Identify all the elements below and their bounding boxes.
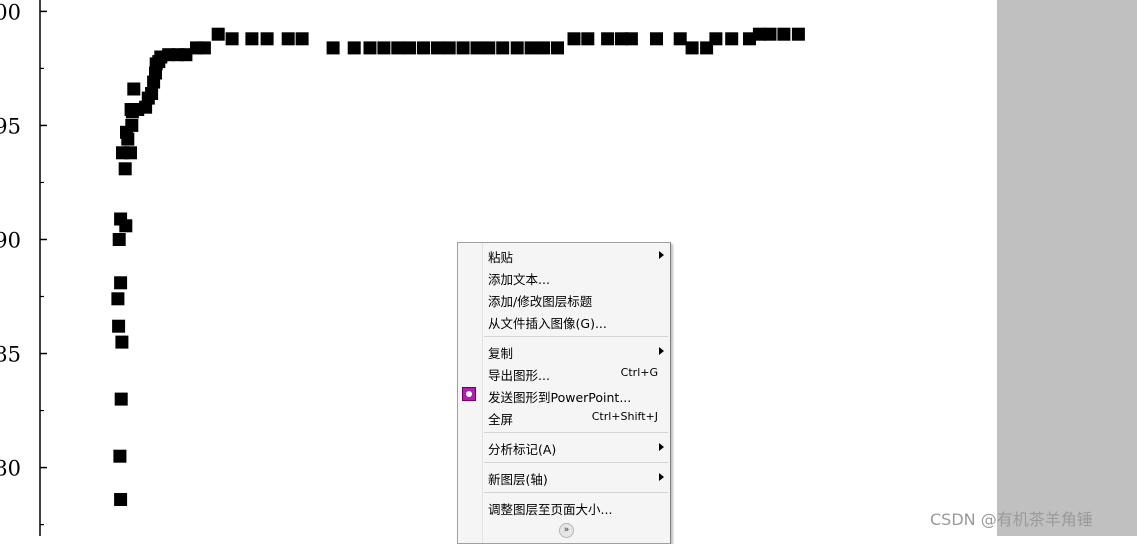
data-point: [551, 41, 564, 55]
menu-item-label: 从文件插入图像(G)...: [488, 316, 607, 331]
menu-item-shortcut: Ctrl+Shift+J: [591, 410, 658, 423]
menu-item-label: 复制: [488, 346, 514, 361]
menu-item-label: 分析标记(A): [488, 442, 557, 457]
data-point: [114, 392, 128, 406]
y-tick-label: 80: [0, 457, 21, 481]
y-tick-label: 85: [0, 343, 21, 367]
data-point: [496, 41, 510, 55]
data-point: [225, 32, 239, 46]
data-point: [417, 41, 430, 55]
menu-item-copy[interactable]: 复制: [458, 340, 670, 362]
menu-separator: [484, 336, 668, 337]
data-point: [127, 82, 141, 96]
data-point: [777, 27, 791, 41]
data-point: [567, 32, 581, 46]
menu-item-fullscreen[interactable]: 全屏 Ctrl+Shift+J: [458, 406, 670, 428]
data-point: [114, 493, 128, 506]
data-point: [118, 162, 132, 176]
data-point: [281, 32, 295, 46]
menu-item-paste[interactable]: 粘贴: [458, 244, 670, 266]
submenu-arrow-icon: [659, 443, 664, 451]
menu-item-analysis-markers[interactable]: 分析标记(A): [458, 436, 670, 458]
data-point: [524, 41, 538, 55]
menu-item-label: 添加文本...: [488, 272, 550, 287]
data-point: [197, 41, 211, 55]
data-point: [725, 32, 739, 46]
data-point: [430, 41, 444, 55]
watermark: CSDN @有机茶羊角锤: [930, 510, 1093, 529]
menu-item-add-text[interactable]: 添加文本...: [458, 266, 670, 288]
data-point: [650, 32, 663, 46]
data-point: [403, 41, 417, 55]
data-point: [111, 292, 125, 306]
y-tick-label: 95: [0, 114, 21, 138]
data-point: [391, 41, 405, 55]
menu-item-label: 添加/修改图层标题: [488, 294, 593, 309]
y-tick-label: 90: [0, 228, 21, 252]
data-point: [124, 146, 137, 160]
y-axis: 80 85 90 95 00: [0, 0, 47, 536]
menu-item-label: 全屏: [488, 412, 514, 427]
window-side-panel: [997, 0, 1137, 536]
submenu-arrow-icon: [659, 347, 664, 355]
data-point: [377, 41, 391, 55]
powerpoint-send-icon: [462, 387, 476, 401]
data-point: [442, 41, 456, 55]
data-point: [601, 32, 615, 46]
data-point: [510, 41, 524, 55]
data-point: [456, 41, 470, 55]
menu-item-new-layer[interactable]: 新图层(轴): [458, 466, 670, 488]
data-point: [295, 32, 309, 46]
menu-separator: [484, 492, 668, 493]
data-point: [709, 32, 723, 46]
data-point: [145, 87, 159, 100]
menu-item-label: 发送图形到PowerPoint...: [488, 390, 632, 405]
data-point: [347, 41, 361, 55]
data-point: [326, 41, 340, 55]
data-point: [624, 32, 638, 46]
data-point: [114, 276, 128, 290]
menu-item-label: 调整图层至页面大小...: [488, 502, 613, 517]
data-point: [363, 41, 377, 55]
data-point: [245, 32, 259, 46]
data-point: [685, 41, 699, 55]
menu-item-shortcut: Ctrl+G: [620, 366, 658, 379]
menu-item-label: 新图层(轴): [488, 472, 548, 487]
data-point: [112, 233, 126, 246]
menu-item-fit-layer-to-page[interactable]: 调整图层至页面大小...: [458, 496, 670, 518]
data-point: [113, 449, 127, 463]
data-point: [211, 27, 225, 41]
data-point: [791, 27, 805, 41]
menu-item-label: 导出图形...: [488, 368, 550, 383]
data-point: [763, 27, 777, 41]
menu-item-label: 粘贴: [488, 250, 514, 265]
data-point: [673, 32, 687, 46]
menu-item-layer-title[interactable]: 添加/修改图层标题: [458, 288, 670, 310]
submenu-arrow-icon: [659, 473, 664, 481]
menu-item-insert-image[interactable]: 从文件插入图像(G)...: [458, 310, 670, 332]
submenu-arrow-icon: [659, 251, 664, 259]
data-point: [119, 219, 133, 233]
data-point: [260, 32, 274, 46]
data-point: [125, 118, 139, 132]
menu-item-send-to-powerpoint[interactable]: 发送图形到PowerPoint...: [458, 384, 670, 406]
data-point: [537, 41, 551, 55]
data-point: [112, 319, 126, 333]
data-point: [115, 335, 129, 349]
context-menu: 粘贴 添加文本... 添加/修改图层标题 从文件插入图像(G)... 复制 导出…: [457, 242, 671, 544]
menu-item-export-graph[interactable]: 导出图形... Ctrl+G: [458, 362, 670, 384]
menu-separator: [484, 432, 668, 433]
data-point: [470, 41, 484, 55]
data-point: [482, 41, 496, 55]
menu-separator: [484, 462, 668, 463]
y-tick-label: 00: [0, 0, 21, 24]
data-point: [581, 32, 595, 46]
